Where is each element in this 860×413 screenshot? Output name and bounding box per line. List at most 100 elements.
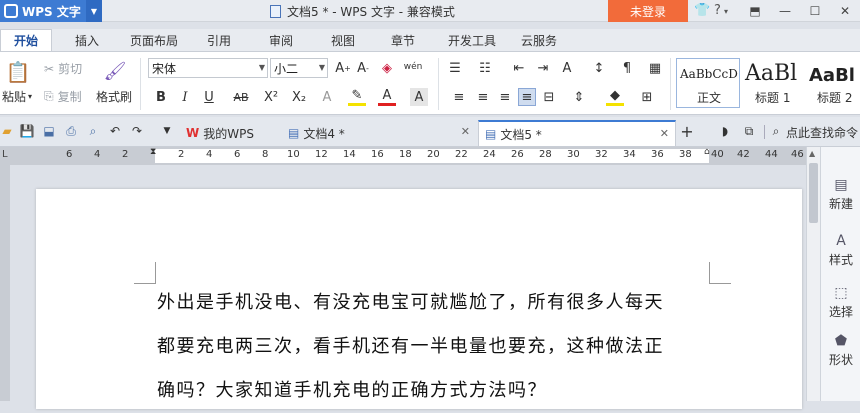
tab-stop-selector[interactable]: L [2, 149, 8, 160]
format-painter-icon[interactable]: 🖌 [104, 60, 127, 82]
tab-insert[interactable]: 插入 [62, 29, 112, 51]
font-color-icon[interactable]: A [378, 88, 396, 106]
horizontal-ruler[interactable]: L ⧗ ⌂ 6 4 2 2 4 6 8 10 12 14 16 18 20 22… [0, 147, 806, 165]
tab-nav-icon[interactable]: ◗ [718, 124, 732, 138]
sort-icon[interactable]: ↕ [590, 59, 608, 77]
print-preview-icon[interactable]: ⌕ [86, 124, 100, 138]
distributed-icon[interactable]: ⊟ [540, 88, 558, 106]
char-shading-icon[interactable]: A [410, 88, 428, 106]
login-button[interactable]: 未登录 [608, 0, 688, 22]
paragraph-shading-icon[interactable]: ◆ [606, 88, 624, 106]
vertical-ruler[interactable] [0, 165, 10, 401]
help-icon[interactable]: ? [714, 3, 721, 18]
scroll-thumb[interactable] [809, 163, 818, 223]
doc-tab-my-wps[interactable]: W 我的WPS [180, 120, 276, 146]
tab-view[interactable]: 视图 [320, 29, 366, 51]
right-indent-marker[interactable]: ⌂ [704, 147, 710, 157]
clear-format-icon[interactable]: ◈ [378, 59, 396, 77]
numbered-list-icon[interactable]: ☷ [476, 59, 494, 77]
search-icon[interactable]: ⌕ [769, 124, 783, 138]
restore-ribbon-button[interactable]: ⬒ [741, 0, 769, 22]
tab-page-layout[interactable]: 页面布局 [120, 29, 188, 51]
open-folder-icon[interactable]: ▰ [0, 124, 14, 138]
indent-marker[interactable]: ⧗ [150, 147, 156, 157]
align-right-icon[interactable]: ≡ [496, 88, 514, 106]
ruler-tick: 32 [595, 149, 608, 160]
justify-icon[interactable]: ≡ [518, 88, 536, 106]
print-icon[interactable]: ⎙ [64, 124, 78, 138]
maximize-button[interactable]: ☐ [801, 0, 829, 22]
find-command-input[interactable]: 点此查找命令 [786, 124, 858, 141]
shrink-font-icon[interactable]: A- [354, 59, 372, 77]
underline-icon[interactable]: U [200, 88, 218, 106]
minimize-button[interactable]: — [771, 0, 799, 22]
table-icon[interactable]: ▦ [646, 59, 664, 77]
subscript-icon[interactable]: X₂ [290, 88, 308, 106]
ruler-tick: 2 [122, 149, 129, 160]
strikethrough-icon[interactable]: AB [230, 88, 252, 106]
increase-indent-icon[interactable]: ⇥ [534, 59, 552, 77]
redo-icon[interactable]: ↷ [130, 124, 144, 138]
show-marks-icon[interactable]: ¶ [618, 59, 636, 77]
side-shape-button[interactable]: ⬟ 形状 [821, 333, 860, 368]
change-case-icon[interactable]: A [558, 59, 576, 77]
scroll-up-icon[interactable]: ▲ [809, 149, 815, 158]
tab-list-icon[interactable]: ⧉ [742, 124, 756, 138]
help-dropdown-icon[interactable]: ▾ [724, 7, 728, 16]
paste-icon[interactable]: 📋 [6, 60, 31, 84]
cut-button[interactable]: ✂ 剪切 [44, 60, 82, 77]
customize-dropdown-icon[interactable]: ▼ [160, 124, 174, 138]
format-painter-button[interactable]: 格式刷 [96, 88, 132, 105]
ribbon-toolbar: 📋 粘贴 ▾ ✂ 剪切 ⎘ 复制 🖌 格式刷 宋体 ▼ 小二 ▼ A + A- ◈ wén … [0, 51, 860, 115]
ruler-tick: 6 [234, 149, 241, 160]
export-pdf-icon[interactable]: ⬓ [42, 124, 56, 138]
side-select-button[interactable]: ⬚ 选择 [821, 285, 860, 320]
app-name: WPS 文字 [22, 4, 81, 19]
decrease-indent-icon[interactable]: ⇤ [510, 59, 528, 77]
style-heading-1[interactable]: AaBl 标题 1 [742, 58, 804, 108]
side-new-button[interactable]: ▤ 新建 [821, 177, 860, 212]
vertical-scrollbar[interactable]: ▲ [806, 147, 820, 401]
save-icon[interactable]: 💾 [20, 124, 35, 138]
doc-tab-document5[interactable]: ▤ 文档5 * ✕ [478, 120, 676, 146]
tab-chapter[interactable]: 章节 [380, 29, 426, 51]
bullet-list-icon[interactable]: ☰ [446, 59, 464, 77]
shirt-icon[interactable]: 👕 [694, 3, 710, 18]
tab-start[interactable]: 开始 [0, 29, 52, 51]
font-size-select[interactable]: 小二 ▼ [270, 58, 328, 78]
app-menu-button[interactable]: WPS 文字 ▼ [0, 0, 102, 22]
align-left-icon[interactable]: ≡ [450, 88, 468, 106]
copy-button[interactable]: ⎘ 复制 [44, 88, 82, 105]
side-style-button[interactable]: A 样式 [821, 233, 860, 268]
highlight-icon[interactable]: ✎ [348, 88, 366, 106]
ruler-tick: 4 [206, 149, 213, 160]
undo-icon[interactable]: ↶ [108, 124, 122, 138]
ribbon-tabs: 开始 插入 页面布局 引用 审阅 视图 章节 开发工具 云服务 [0, 29, 860, 51]
text-effect-icon[interactable]: A [318, 88, 336, 106]
doc-tab-document4[interactable]: ▤ 文档4 * ✕ [282, 120, 476, 146]
phonetic-guide-icon[interactable]: wén [404, 58, 423, 76]
tab-review[interactable]: 审阅 [256, 29, 306, 51]
document-body[interactable]: 外出是手机没电、有没充电宝可就尴尬了，所有很多人每天 都要充电两三次，看手机还有… [157, 281, 717, 413]
paste-button[interactable]: 粘贴 ▾ [2, 88, 32, 105]
close-tab-icon[interactable]: ✕ [461, 125, 470, 138]
paragraph-line: 确吗？大家知道手机充电的正确方式方法吗？ [157, 380, 547, 401]
bold-icon[interactable]: B [152, 88, 170, 106]
style-normal[interactable]: AaBbCcD 正文 [676, 58, 740, 108]
font-family-select[interactable]: 宋体 ▼ [148, 58, 268, 78]
ruler-tick: 24 [483, 149, 496, 160]
new-tab-icon[interactable]: + [680, 122, 694, 141]
tab-cloud[interactable]: 云服务 [514, 29, 564, 51]
style-heading-2[interactable]: AaBl 标题 2 [806, 58, 860, 108]
tab-developer[interactable]: 开发工具 [442, 29, 502, 51]
grow-font-icon[interactable]: A + [334, 59, 352, 77]
borders-icon[interactable]: ⊞ [638, 88, 656, 106]
align-center-icon[interactable]: ≡ [474, 88, 492, 106]
chevron-down-icon[interactable]: ▼ [86, 0, 102, 22]
tab-references[interactable]: 引用 [196, 29, 242, 51]
close-tab-icon[interactable]: ✕ [660, 127, 669, 140]
italic-icon[interactable]: I [176, 88, 194, 106]
line-spacing-icon[interactable]: ⇕ [570, 88, 588, 106]
superscript-icon[interactable]: X² [262, 88, 280, 106]
close-button[interactable]: ✕ [831, 0, 859, 22]
